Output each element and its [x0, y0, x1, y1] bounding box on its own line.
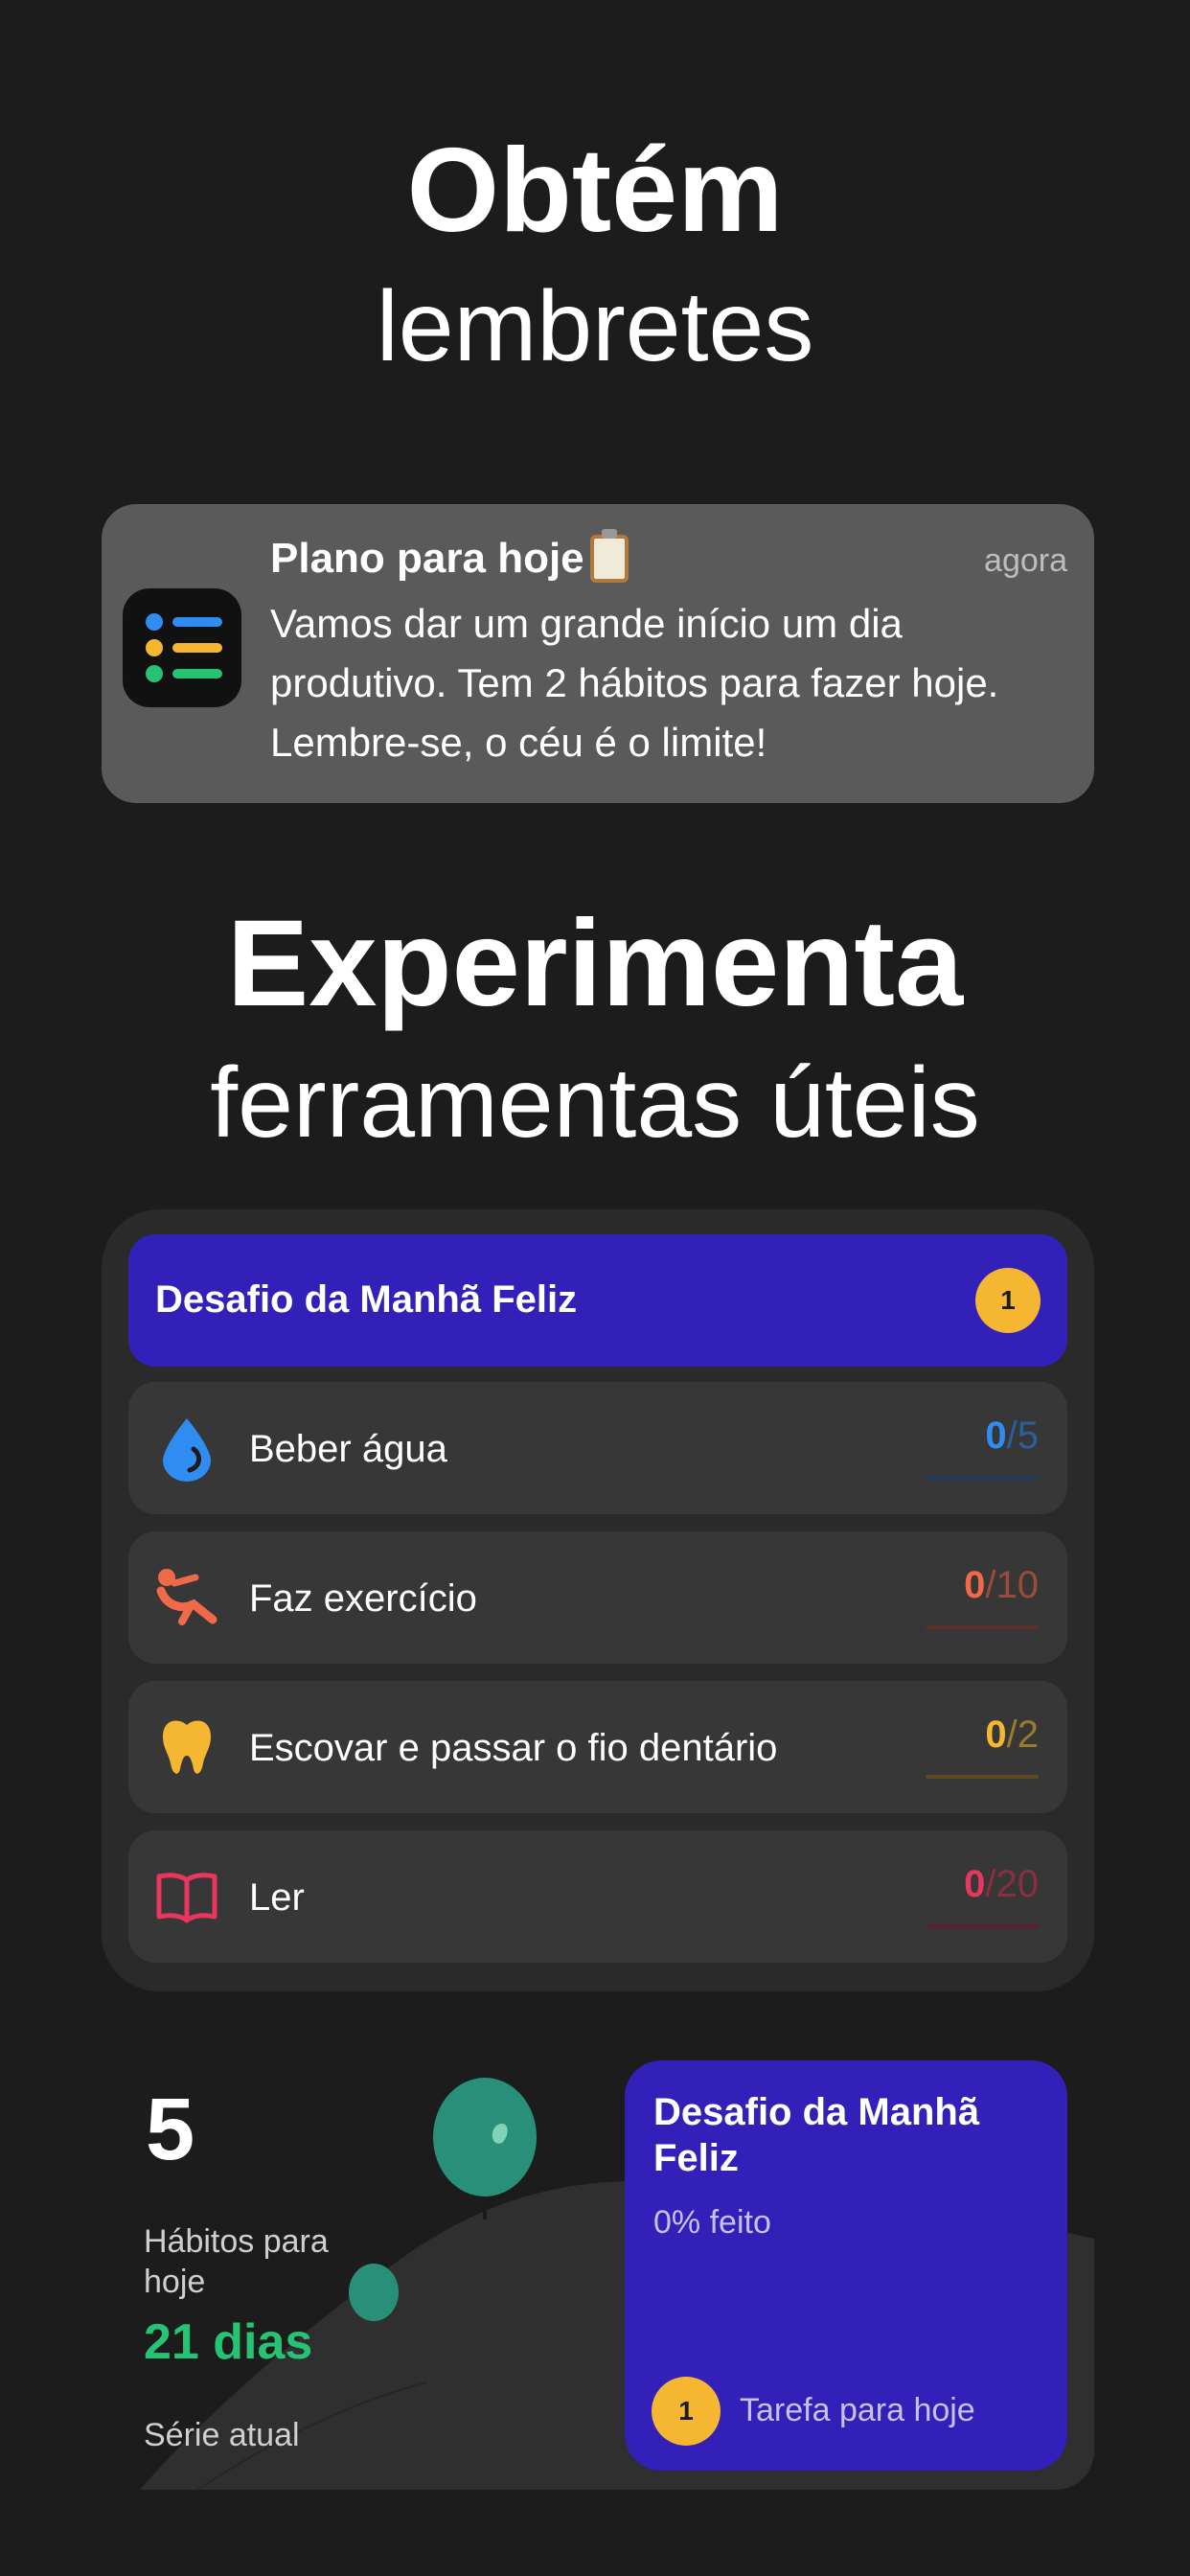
- headline-reminders-bold: Obtém: [406, 125, 784, 257]
- habit-count: 0/10: [964, 1564, 1039, 1607]
- habit-progress-line: [926, 1924, 1039, 1928]
- streak-label: Série atual: [144, 2417, 300, 2453]
- exercise-icon: [156, 1569, 217, 1625]
- habit-count-total: /5: [1006, 1414, 1039, 1457]
- book-icon: [156, 1873, 217, 1923]
- challenge-card-title: Desafio da Manhã Feliz: [653, 2091, 980, 2179]
- habits-card: Desafio da Manhã Feliz 1 Beber água 0/5 …: [102, 1209, 1094, 1991]
- habit-progress-line: [926, 1625, 1039, 1629]
- streak-value: 21 dias: [144, 2314, 313, 2370]
- habit-label: Ler: [249, 1876, 305, 1919]
- notification-card: Plano para hoje agora Vamos dar um grand…: [102, 504, 1094, 803]
- habit-label: Beber água: [249, 1428, 447, 1470]
- notification-title-row: Plano para hoje: [270, 529, 629, 583]
- headline-reminders-light: lembretes: [376, 271, 814, 382]
- tree-icon: [433, 2078, 537, 2196]
- notification-title: Plano para hoje: [270, 535, 584, 582]
- habit-count-done: 0: [985, 1714, 1007, 1756]
- challenge-card-badge: 1: [652, 2377, 721, 2446]
- habit-row-teeth[interactable]: Escovar e passar o fio dentário 0/2: [128, 1681, 1067, 1813]
- water-drop-icon: [163, 1418, 211, 1482]
- habit-count: 0/5: [985, 1414, 1039, 1458]
- habit-count-total: /20: [985, 1863, 1039, 1905]
- challenge-header[interactable]: Desafio da Manhã Feliz 1: [128, 1234, 1067, 1367]
- headline-tools-bold: Experimenta: [226, 895, 964, 1032]
- clipboard-icon: [589, 529, 629, 583]
- headline-tools-light: ferramentas úteis: [210, 1047, 980, 1159]
- habit-progress-line: [926, 1476, 1039, 1480]
- habit-count-done: 0: [964, 1564, 986, 1606]
- tooth-icon: [163, 1720, 211, 1774]
- habit-count-total: /2: [1006, 1714, 1039, 1756]
- habits-count: 5: [146, 2081, 195, 2178]
- habit-row-read[interactable]: Ler 0/20: [128, 1830, 1067, 1963]
- habit-progress-line: [926, 1775, 1039, 1779]
- challenge-card-task: Tarefa para hoje: [740, 2392, 975, 2428]
- habit-count: 0/20: [964, 1863, 1039, 1906]
- habit-count-total: /10: [985, 1564, 1039, 1606]
- habit-count-done: 0: [985, 1414, 1007, 1457]
- notification-time: agora: [984, 542, 1067, 579]
- challenge-title: Desafio da Manhã Feliz: [155, 1278, 578, 1321]
- challenge-card[interactable]: Desafio da Manhã Feliz 0% feito 1 Tarefa…: [625, 2060, 1067, 2471]
- habit-label: Escovar e passar o fio dentário: [249, 1727, 778, 1769]
- habit-count: 0/2: [985, 1714, 1039, 1757]
- notification-body: Vamos dar um grande início um dia produt…: [270, 601, 999, 765]
- habit-row-water[interactable]: Beber água 0/5: [128, 1382, 1067, 1514]
- challenge-card-progress: 0% feito: [653, 2204, 771, 2241]
- habit-count-done: 0: [964, 1863, 986, 1905]
- app-icon: [123, 588, 241, 707]
- habit-row-exercise[interactable]: Faz exercício 0/10: [128, 1531, 1067, 1664]
- challenge-badge: 1: [975, 1268, 1041, 1333]
- habits-count-label: Hábitos para hoje: [144, 2223, 329, 2300]
- habit-label: Faz exercício: [249, 1577, 477, 1620]
